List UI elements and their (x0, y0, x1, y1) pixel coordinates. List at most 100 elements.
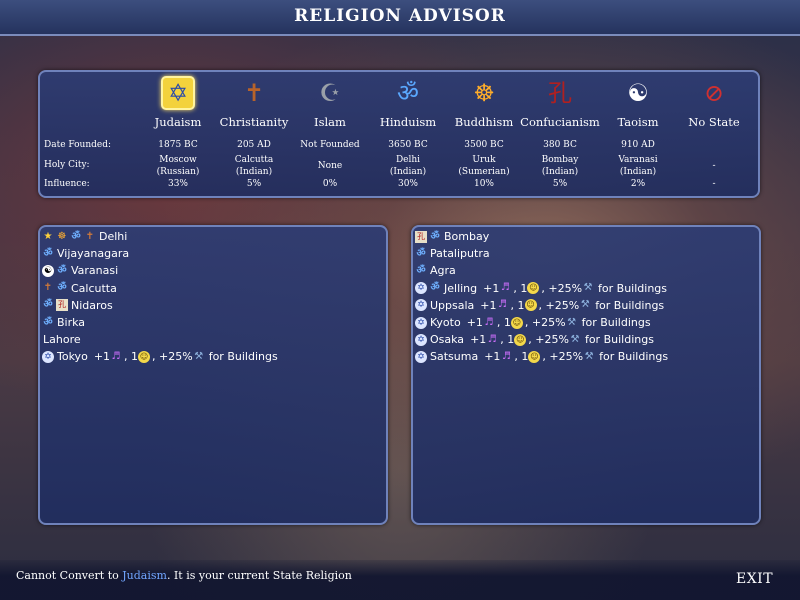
star-of-david-icon: ✡ (415, 350, 427, 363)
city-row[interactable]: ☯ ॐ Varanasi (42, 262, 382, 279)
influence-value: 10% (473, 179, 494, 189)
bonus-happy-value: , 1 (500, 333, 515, 347)
city-name: Lahore (43, 333, 81, 347)
city-name: Nidaros (71, 298, 113, 312)
bonus-target: for Buildings (595, 298, 665, 312)
influence-value: 30% (397, 179, 418, 189)
city-row[interactable]: ॐ Vijayanagara (42, 245, 382, 262)
status-religion-link[interactable]: Judaism (122, 569, 167, 582)
culture-icon: ♬ (501, 350, 511, 362)
om-icon: ॐ (57, 282, 67, 294)
om-icon: ॐ (43, 316, 53, 328)
city-row[interactable]: ✡ Kyoto +1 ♬, 1 ☺, +25% ⚒ for Buildings (415, 314, 755, 331)
city-name: Osaka (430, 333, 465, 347)
yin-yang-icon: ☯ (42, 264, 54, 277)
holy-city-civ: (Indian) (541, 167, 579, 177)
star-of-david-icon: ✡ (415, 333, 427, 346)
city-row[interactable]: ✝ ॐ Calcutta (42, 280, 382, 297)
city-row[interactable]: ॐ Agra (415, 262, 755, 279)
culture-icon: ♬ (111, 350, 121, 362)
city-row[interactable]: ॐ Pataliputra (415, 245, 755, 262)
date-founded-value: 380 BC (543, 140, 577, 150)
city-row[interactable]: ✡ Tokyo +1 ♬, 1 ☺, +25% ⚒ for Buildings (42, 348, 382, 365)
star-of-david-icon[interactable]: ✡ (161, 76, 195, 110)
city-name: Varanasi (71, 264, 119, 278)
confucian-symbol-icon: 孔 (415, 230, 427, 243)
city-list-right[interactable]: 孔 ॐ Bombay ॐ Pataliputra ॐ Agra ✡ ॐ Jelling +1 ♬, 1… (411, 225, 761, 525)
city-row[interactable]: Lahore (42, 331, 382, 348)
bonus-target: for Buildings (599, 350, 669, 364)
city-row[interactable]: ✡ Uppsala +1 ♬, 1 ☺, +25% ⚒ for Buildings (415, 297, 755, 314)
city-row[interactable]: ✡ ॐ Jelling +1 ♬, 1 ☺, +25% ⚒ for Buildings (415, 280, 755, 297)
holy-city-civ: (Indian) (389, 167, 427, 177)
cross-icon[interactable]: ✝ (237, 76, 271, 110)
bonus-production-value: , +25% (542, 350, 584, 364)
crescent-icon[interactable]: ☪ (313, 76, 347, 110)
city-row[interactable]: ॐ Birka (42, 314, 382, 331)
holy-city-value: Bombay (Indian) (516, 154, 604, 178)
city-name: Agra (430, 264, 456, 278)
holy-city-value: Varanasi (Indian) (594, 154, 682, 178)
bonus-happy-value: , 1 (513, 281, 528, 295)
bonus-culture-value: +1 (466, 316, 483, 330)
bonus-production-value: , +25% (152, 350, 193, 364)
city-row[interactable]: ★ ☸ ॐ ✝ Delhi (42, 228, 382, 245)
yin-yang-icon[interactable]: ☯ (621, 76, 655, 110)
hammer-icon: ⚒ (570, 333, 580, 345)
bonus-culture-value: +1 (484, 350, 501, 364)
confucian-symbol-icon: 孔 (56, 299, 68, 312)
holy-city-value: Delhi (Indian) (364, 154, 452, 178)
holy-city-civ: (Indian) (235, 167, 273, 177)
city-row[interactable]: 孔 ॐ Bombay (415, 228, 755, 245)
date-founded-value: 910 AD (621, 140, 655, 150)
hammer-icon: ⚒ (583, 282, 593, 294)
influence-value: 2% (630, 179, 646, 189)
status-suffix: . It is your current State Religion (166, 569, 352, 582)
star-of-david-icon: ✡ (415, 316, 427, 329)
city-list-left[interactable]: ★ ☸ ॐ ✝ Delhi ॐ Vijayanagara ☯ ॐ Varanasi ✝ ॐ Calcut… (38, 225, 388, 525)
city-name: Kyoto (430, 316, 461, 330)
bonus-production-value: , +25% (538, 298, 580, 312)
holy-city-value: None (286, 160, 374, 172)
bonus-culture-value: +1 (93, 350, 111, 364)
religion-overview-panel: Date Founded: Holy City: Influence: ✡ Jud… (38, 70, 760, 198)
influence-value: - (712, 179, 716, 189)
buddha-icon: ☸ (57, 230, 67, 242)
page-title: RELIGION ADVISOR (294, 6, 506, 26)
city-row[interactable]: ✡ Satsuma +1 ♬, 1 ☺, +25% ⚒ for Buildings (415, 348, 755, 365)
om-icon: ॐ (57, 264, 67, 276)
happy-face-icon: ☺ (510, 316, 523, 329)
city-row[interactable]: ✡ Osaka +1 ♬, 1 ☺, +25% ⚒ for Buildings (415, 331, 755, 348)
bonus-happy-value: , 1 (496, 316, 511, 330)
city-name: Tokyo (57, 350, 88, 364)
confucian-symbol-icon[interactable]: 孔 (543, 76, 577, 110)
om-icon[interactable]: ॐ (391, 76, 425, 110)
exit-button[interactable]: EXIT (736, 571, 773, 587)
bonus-target: for Buildings (581, 316, 651, 330)
influence-value: 33% (167, 179, 188, 189)
bonus-happy-value: , 1 (510, 298, 525, 312)
no-state-icon[interactable]: ⊘ (697, 76, 731, 110)
om-icon: ॐ (43, 299, 53, 311)
city-name: Delhi (99, 230, 128, 244)
holy-city-civ: (Indian) (619, 167, 657, 177)
date-founded-value: 3650 BC (388, 140, 428, 150)
star-icon: ★ (43, 230, 53, 242)
date-founded-value: 3500 BC (464, 140, 504, 150)
city-row[interactable]: ॐ 孔 Nidaros (42, 297, 382, 314)
culture-icon: ♬ (487, 333, 497, 345)
influence-value: 5% (246, 179, 262, 189)
holy-city-name: Moscow (159, 155, 197, 165)
happy-face-icon: ☺ (524, 299, 537, 312)
date-founded-label: Date Founded: (44, 140, 112, 150)
holy-city-name: Varanasi (618, 155, 658, 165)
holy-city-value: Moscow (Russian) (134, 154, 222, 178)
holy-city-name: Bombay (541, 155, 579, 165)
city-name: Pataliputra (430, 247, 490, 261)
holy-city-civ: (Sumerian) (458, 167, 510, 177)
religion-name: No State (688, 115, 740, 129)
buddha-icon[interactable]: ☸ (467, 76, 501, 110)
date-founded-value: Not Founded (300, 140, 360, 150)
bonus-production-value: , +25% (524, 316, 566, 330)
holy-city-name: Delhi (395, 155, 421, 165)
